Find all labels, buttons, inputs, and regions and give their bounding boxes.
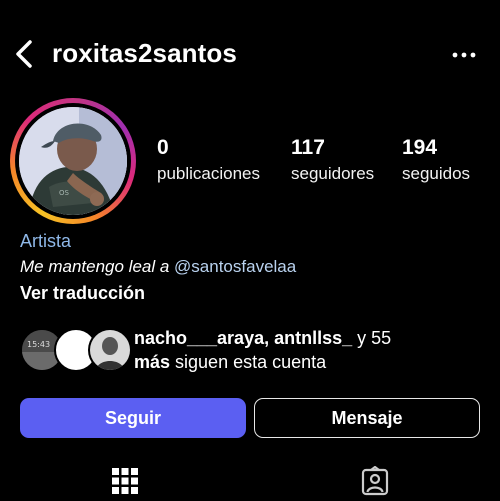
more-options-button[interactable]: [446, 40, 482, 70]
profile-category: Artista: [20, 231, 72, 251]
mutual-followers-avatars[interactable]: 15:43: [20, 328, 132, 372]
following-label: seguidos: [402, 164, 471, 183]
ellipsis-icon: [452, 52, 476, 58]
followers-count: 117: [291, 136, 325, 159]
mutual-avatar-3: [88, 328, 132, 372]
back-button[interactable]: [8, 36, 40, 72]
following-count: 194: [402, 136, 438, 159]
profile-bio: Me mantengo leal a @santosfavelaa: [20, 257, 296, 277]
profile-username: roxitas2santos: [52, 38, 237, 68]
bio-mention-link[interactable]: @santosfavelaa: [174, 257, 296, 276]
chevron-left-icon: [16, 40, 32, 68]
tab-posts-grid[interactable]: [110, 466, 140, 496]
posts-label: publicaciones: [157, 164, 261, 183]
mutual-names: nacho___araya, antnllss_: [134, 328, 353, 348]
follow-button[interactable]: Seguir: [20, 398, 246, 438]
mutual-followers-text[interactable]: nacho___araya, antnllss_ y 55 más siguen…: [134, 326, 494, 374]
stat-posts[interactable]: 0 publicaciones: [157, 136, 260, 185]
bio-text: Me mantengo leal a: [20, 257, 175, 276]
mutual-avatar-3-image: [90, 330, 130, 370]
tagged-person-icon: [361, 465, 389, 496]
stat-following[interactable]: 194 seguidos: [402, 136, 470, 185]
mutual-suffix: siguen esta cuenta: [170, 352, 327, 372]
see-translation-link[interactable]: Ver traducción: [20, 283, 145, 304]
avatar[interactable]: OS: [19, 107, 127, 215]
stat-followers[interactable]: 117 seguidores: [291, 136, 374, 185]
avatar-photo: OS: [19, 107, 127, 215]
grid-icon: [112, 468, 138, 494]
mutual-avatar-time: 15:43: [27, 340, 50, 349]
mutual-connector: y 55: [352, 328, 392, 348]
mutual-more: más: [134, 352, 171, 372]
message-button[interactable]: Mensaje: [254, 398, 480, 438]
svg-text:OS: OS: [59, 189, 70, 197]
followers-label: seguidores: [291, 164, 375, 183]
tab-tagged[interactable]: [360, 465, 390, 496]
posts-count: 0: [157, 136, 169, 159]
